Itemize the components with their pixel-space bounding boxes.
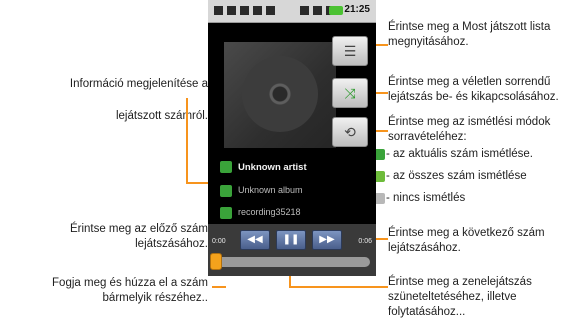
repeat-button[interactable]: ⟲ xyxy=(332,117,368,147)
next-button[interactable]: ▶▶ xyxy=(312,230,342,250)
message-icon xyxy=(227,6,236,15)
bluetooth-icon xyxy=(300,6,309,15)
repeat-mode-off: - nincs ismétlés xyxy=(386,192,466,204)
progress-track[interactable] xyxy=(214,257,370,267)
annotation-seek: Fogja meg és húzza el a szám bármelyik r… xyxy=(52,277,208,304)
vibrate-icon xyxy=(313,6,322,15)
annotation-playlist: Érintse meg a Most játszott lista megnyi… xyxy=(388,21,551,48)
song-row: recording35218 xyxy=(220,204,301,220)
shuffle-icon: ⤨ xyxy=(344,85,356,101)
total-time: 0:06 xyxy=(358,238,372,245)
repeat-icon: ⟲ xyxy=(344,124,356,140)
battery-icon xyxy=(329,6,343,15)
annotation-next: Érintse meg a következő szám lejátszásáh… xyxy=(388,227,545,254)
shuffle-button[interactable]: ⤨ xyxy=(332,78,368,108)
repeat-mode-current: - az aktuális szám ismétlése. xyxy=(386,148,533,160)
artist-row: Unknown artist xyxy=(220,160,307,176)
usb-icon xyxy=(240,6,249,15)
annotation-shuffle: Érintse meg a véletlen sorrendű lejátszá… xyxy=(388,76,559,103)
annotation-repeat: Érintse meg az ismétlési módok sorravéte… xyxy=(388,116,551,143)
phone-screen: 21:25 ☰ ⤨ ⟲ Unknown artist Unknown album… xyxy=(208,0,376,276)
playback-controls: 0:00 ◀◀ ❚❚ ▶▶ 0:06 xyxy=(208,224,376,276)
callout-seek xyxy=(212,286,226,288)
status-bar: 21:25 xyxy=(208,0,376,23)
next-icon: ▶▶ xyxy=(319,234,335,245)
pause-icon: ❚❚ xyxy=(282,234,300,245)
song-icon xyxy=(220,206,232,219)
seek-handle[interactable] xyxy=(210,253,222,270)
media-icon xyxy=(266,6,275,15)
annotation-pause: Érintse meg a zenelejátszás szünetelteté… xyxy=(388,276,532,318)
previous-button[interactable]: ◀◀ xyxy=(240,230,270,250)
repeat-mode-all: - az összes szám ismétlése xyxy=(386,170,527,182)
elapsed-time: 0:00 xyxy=(212,238,226,245)
album-art xyxy=(224,42,336,148)
callout-info-v xyxy=(186,98,188,182)
notification-icon xyxy=(214,6,223,15)
clock: 21:25 xyxy=(344,4,370,15)
disc-icon xyxy=(242,56,318,132)
album-icon xyxy=(220,184,232,197)
previous-icon: ◀◀ xyxy=(247,234,263,245)
playlist-button[interactable]: ☰ xyxy=(332,36,368,66)
warning-icon xyxy=(253,6,262,15)
list-icon: ☰ xyxy=(343,43,357,59)
album-row: Unknown album xyxy=(220,182,303,198)
annotation-previous: Érintse meg az előző szám lejátszásához. xyxy=(69,223,208,250)
callout-pause-h xyxy=(289,286,388,288)
pause-button[interactable]: ❚❚ xyxy=(276,230,306,250)
artist-icon xyxy=(220,161,232,174)
